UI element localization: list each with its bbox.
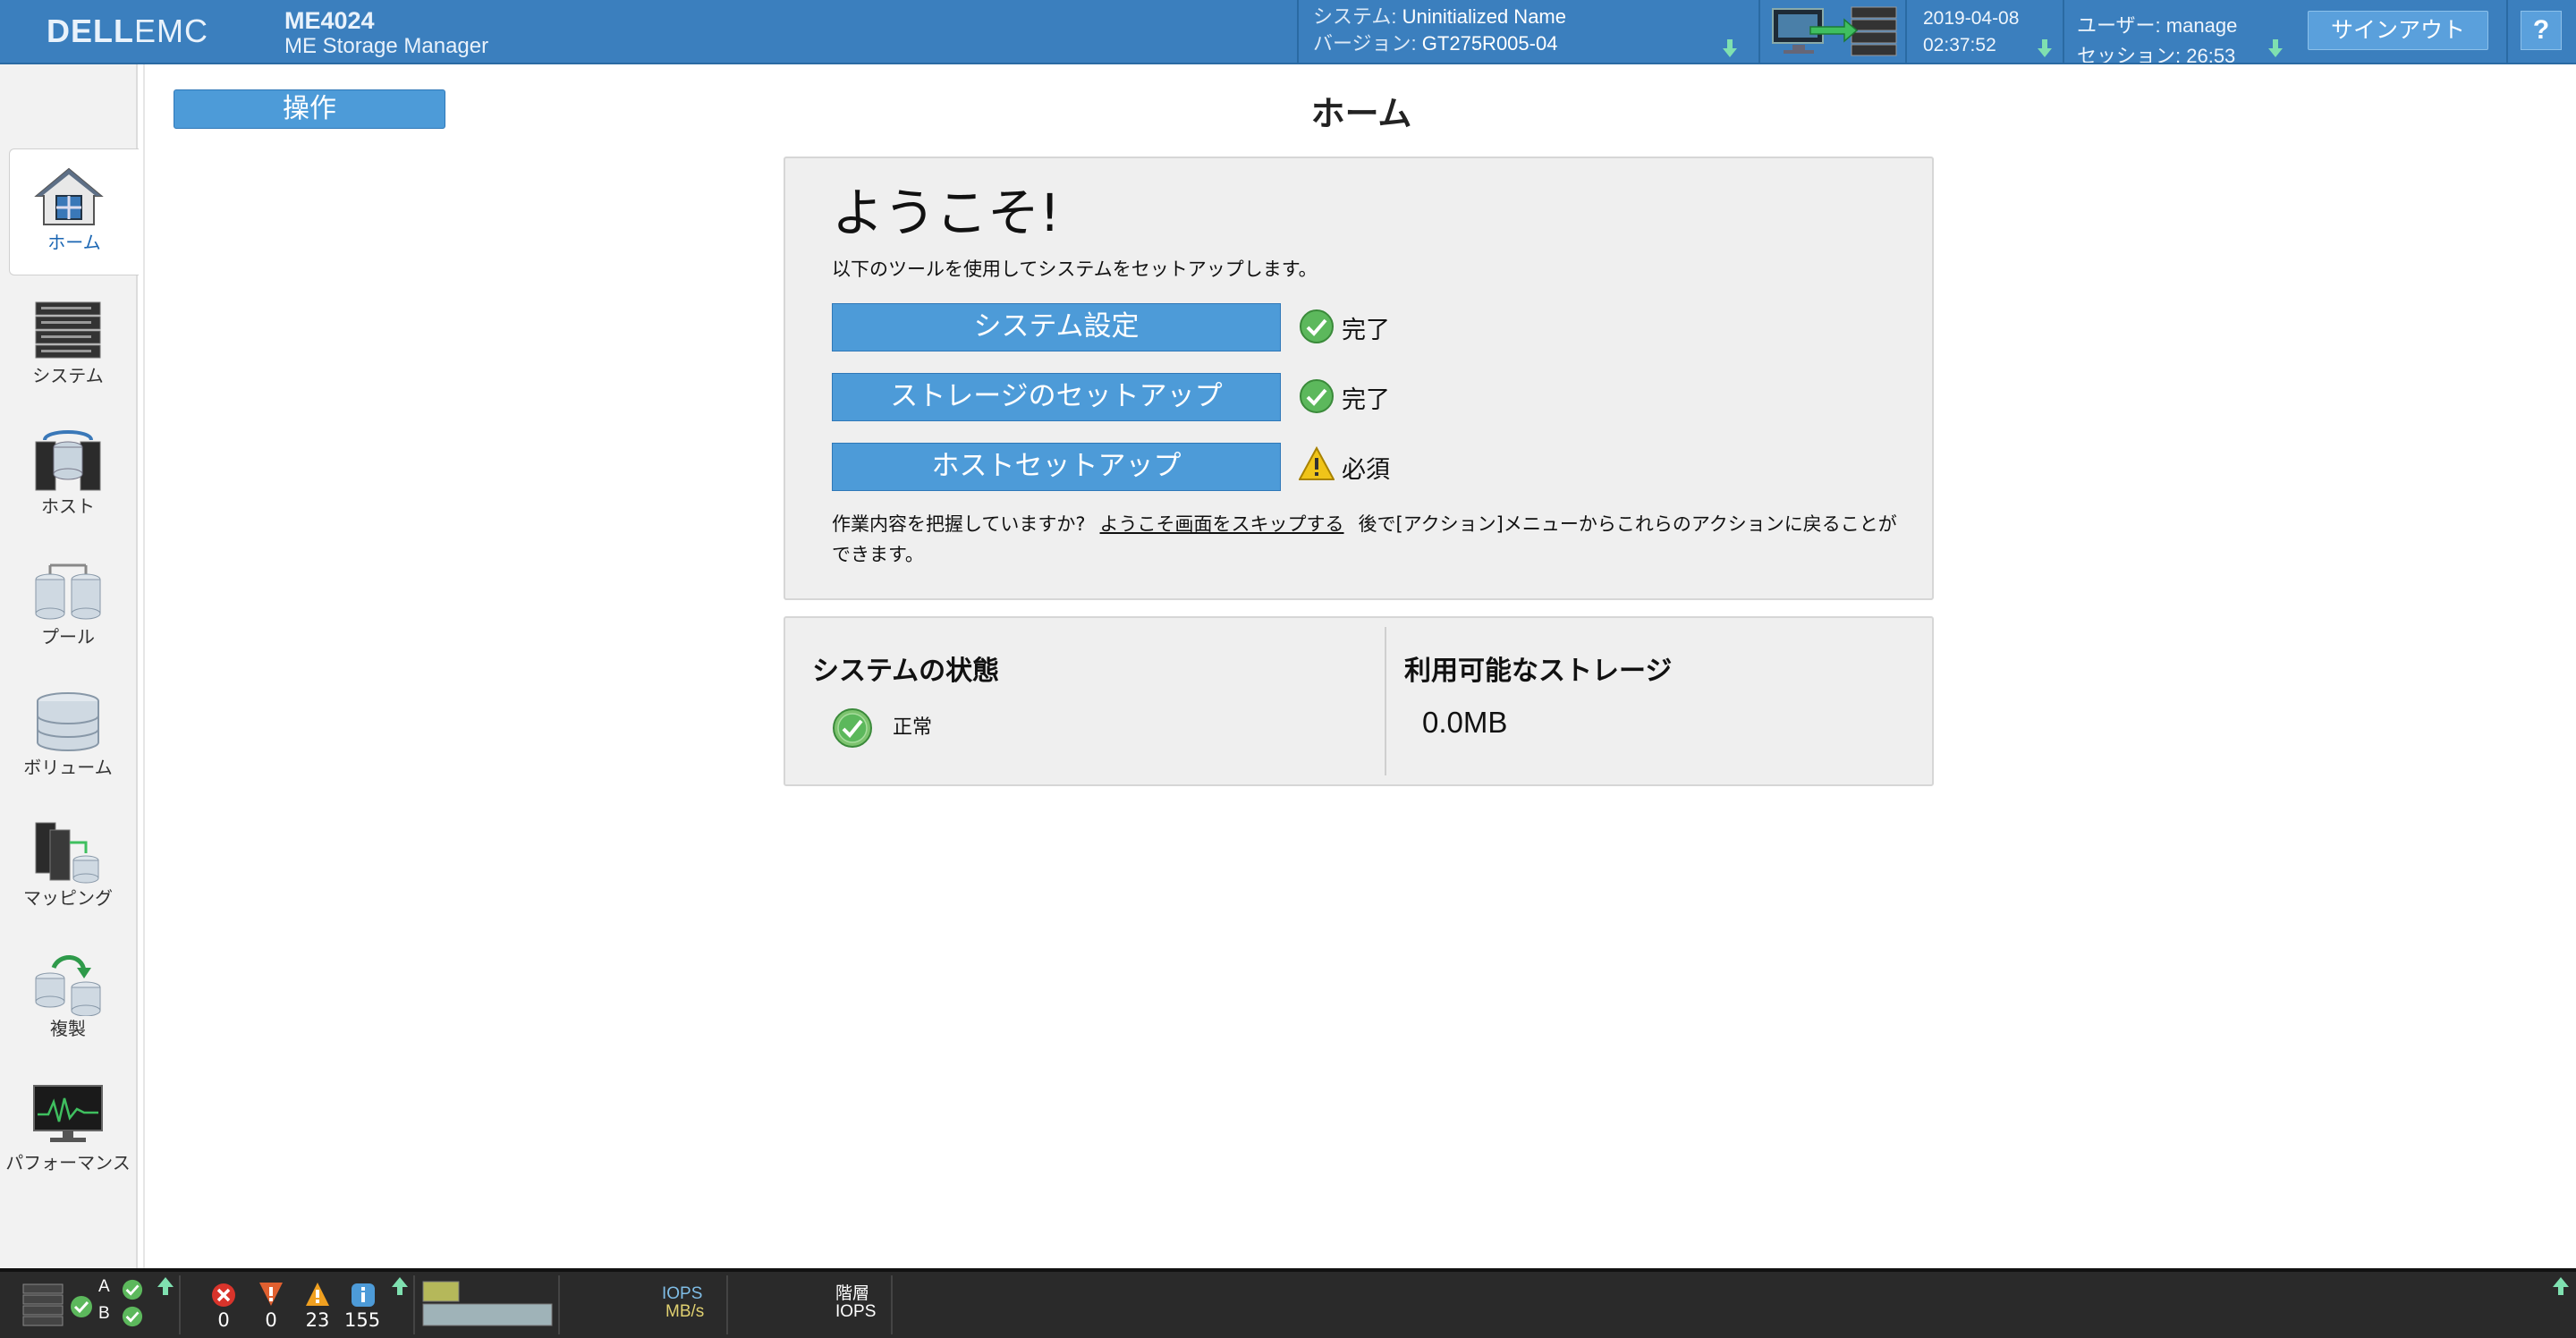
session-timer: 26:53 xyxy=(2186,45,2236,63)
nav-replication[interactable]: 複製 xyxy=(0,936,136,1061)
available-storage-heading: 利用可能なストレージ xyxy=(1404,656,1673,687)
nav-performance[interactable]: パフォーマンス xyxy=(0,1066,136,1209)
system-label: システム: xyxy=(1313,5,1402,28)
date-time-panel[interactable]: 2019-04-08 02:37:52 xyxy=(1923,5,2019,59)
available-storage-value: 0.0MB xyxy=(1422,706,1508,739)
capacity-bar-icon[interactable] xyxy=(422,1281,553,1327)
footer-expand-icon[interactable] xyxy=(2553,1277,2569,1295)
warning-event-icon[interactable] xyxy=(304,1281,331,1308)
help-button[interactable]: ? xyxy=(2521,11,2562,50)
welcome-skip-note: 作業内容を把握していますか? ようこそ画面をスキップする 後で[アクション]メニュー… xyxy=(832,509,1914,570)
actions-button[interactable]: 操作 xyxy=(174,89,445,129)
hosts-icon xyxy=(35,430,101,491)
main-navigation: ホーム システム ホスト プール ボリューム マッピング 複製 パフォーマンス xyxy=(0,64,139,1268)
user-label: ユーザー: xyxy=(2077,14,2166,37)
nav-performance-label: パフォーマンス xyxy=(5,1152,131,1173)
model-name: ME4024 xyxy=(284,7,375,34)
enclosure-icon[interactable] xyxy=(21,1281,66,1329)
dell-emc-logo: DELLEMC xyxy=(47,13,208,49)
host-setup-status: 必須 xyxy=(1342,456,1390,484)
controller-b-label: B xyxy=(98,1304,110,1323)
system-rack-icon xyxy=(35,301,101,359)
page-title: ホーム xyxy=(1310,94,1412,133)
error-event-icon[interactable] xyxy=(258,1281,284,1308)
home-icon xyxy=(34,167,104,225)
nav-hosts[interactable]: ホスト xyxy=(0,413,136,538)
system-status-value: 正常 xyxy=(893,716,933,739)
nav-pools[interactable]: プール xyxy=(0,544,136,669)
skip-welcome-link[interactable]: ようこそ画面をスキップする xyxy=(1100,513,1344,535)
check-circle-icon xyxy=(833,708,872,748)
mapping-icon xyxy=(35,822,99,884)
nav-home[interactable]: ホーム xyxy=(9,148,139,275)
session-label: セッション: xyxy=(2077,45,2187,63)
status-summary-panel: システムの状態 正常 利用可能なストレージ 0.0MB xyxy=(784,616,1934,786)
welcome-panel: ようこそ! 以下のツールを使用してシステムをセットアップします。 システム設定 … xyxy=(784,157,1934,600)
nav-volumes[interactable]: ボリューム xyxy=(0,674,136,800)
critical-event-icon[interactable] xyxy=(211,1283,236,1308)
system-info-expand-icon[interactable] xyxy=(1723,39,1737,57)
current-time: 02:37:52 xyxy=(1923,35,1996,55)
nav-hosts-label: ホスト xyxy=(41,495,95,517)
product-info: ME4024 ME Storage Manager xyxy=(284,7,488,59)
check-circle-icon xyxy=(1300,309,1334,343)
nav-system-label: システム xyxy=(32,365,104,386)
user-name: manage xyxy=(2165,14,2238,37)
connection-status-icon[interactable] xyxy=(1769,4,1902,59)
info-event-icon[interactable] xyxy=(351,1283,376,1308)
warning-triangle-icon xyxy=(1299,446,1335,480)
date-time-expand-icon[interactable] xyxy=(2038,39,2052,57)
welcome-heading: ようこそ! xyxy=(832,182,1061,243)
welcome-intro: 以下のツールを使用してシステムをセットアップします。 xyxy=(832,258,1318,280)
tier-iops-label: IOPS xyxy=(835,1302,877,1321)
health-expand-icon[interactable] xyxy=(157,1277,174,1295)
critical-event-count: 0 xyxy=(217,1309,230,1331)
system-name: Uninitialized Name xyxy=(1402,5,1566,28)
performance-icon xyxy=(33,1085,103,1142)
tier-label: 階層 xyxy=(835,1284,870,1303)
perf-iops-label: IOPS xyxy=(662,1284,703,1303)
storage-setup-status: 完了 xyxy=(1342,386,1390,414)
system-status-heading: システムの状態 xyxy=(812,656,1000,687)
nav-replication-label: 複製 xyxy=(50,1018,86,1039)
nav-volumes-label: ボリューム xyxy=(23,757,113,778)
check-circle-icon xyxy=(122,1306,143,1327)
error-event-count: 0 xyxy=(265,1309,277,1331)
system-settings-button[interactable]: システム設定 xyxy=(832,303,1281,351)
system-settings-status: 完了 xyxy=(1342,317,1390,344)
product-name: ME Storage Manager xyxy=(284,34,489,58)
pools-icon xyxy=(35,563,101,620)
host-setup-button[interactable]: ホストセットアップ xyxy=(832,443,1281,491)
check-circle-icon xyxy=(122,1279,143,1300)
storage-setup-button[interactable]: ストレージのセットアップ xyxy=(832,373,1281,421)
events-expand-icon[interactable] xyxy=(392,1277,408,1295)
version-label: バージョン: xyxy=(1313,32,1422,55)
replication-icon xyxy=(35,955,101,1016)
controller-a-label: A xyxy=(98,1277,110,1296)
check-circle-icon xyxy=(1300,379,1334,413)
perf-mbps-label: MB/s xyxy=(665,1302,705,1321)
firmware-version: GT275R005-04 xyxy=(1421,32,1558,55)
nav-home-label: ホーム xyxy=(47,232,101,253)
status-footer: A B 0 0 23 155 IOPS MB/s 階層 IOPS xyxy=(0,1268,2576,1338)
warning-event-count: 23 xyxy=(305,1309,330,1331)
top-banner: DELLEMC ME4024 ME Storage Manager システム: … xyxy=(0,0,2576,64)
skip-note-prefix: 作業内容を把握していますか? xyxy=(832,513,1086,535)
system-info-panel[interactable]: システム: Uninitialized Name バージョン: GT275R00… xyxy=(1313,4,1566,57)
current-date: 2019-04-08 xyxy=(1923,8,2020,29)
sign-out-button[interactable]: サインアウト xyxy=(2308,11,2488,50)
user-info-panel[interactable]: ユーザー: manage セッション: 26:53 xyxy=(2077,11,2237,63)
user-info-expand-icon[interactable] xyxy=(2268,39,2283,57)
nav-system[interactable]: システム xyxy=(0,283,136,408)
info-event-count: 155 xyxy=(344,1309,381,1331)
nav-mapping-label: マッピング xyxy=(23,887,113,909)
check-circle-icon xyxy=(71,1296,92,1317)
nav-mapping[interactable]: マッピング xyxy=(0,805,136,930)
volumes-icon xyxy=(37,692,99,751)
nav-pools-label: プール xyxy=(41,626,95,648)
